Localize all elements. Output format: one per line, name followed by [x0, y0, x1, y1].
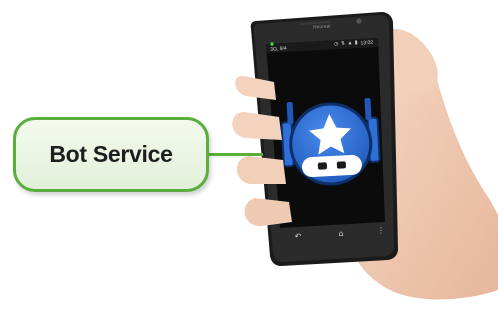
status-time: 13:02	[360, 39, 374, 47]
callout-label: Bot Service	[49, 141, 173, 167]
phone-brand: Neoreal	[312, 23, 331, 31]
bot-service-callout: Bot Service	[13, 117, 209, 192]
nav-home-button[interactable]: ⌂	[336, 229, 346, 239]
status-icons: ◷ ⇅ ▲ ▮	[333, 39, 359, 48]
nav-back-button[interactable]: ↶	[293, 232, 303, 242]
status-carrier: 3G, 9/4	[270, 45, 287, 53]
nav-menu-button[interactable]: ⋮	[376, 226, 386, 236]
callout-connector	[207, 153, 263, 156]
